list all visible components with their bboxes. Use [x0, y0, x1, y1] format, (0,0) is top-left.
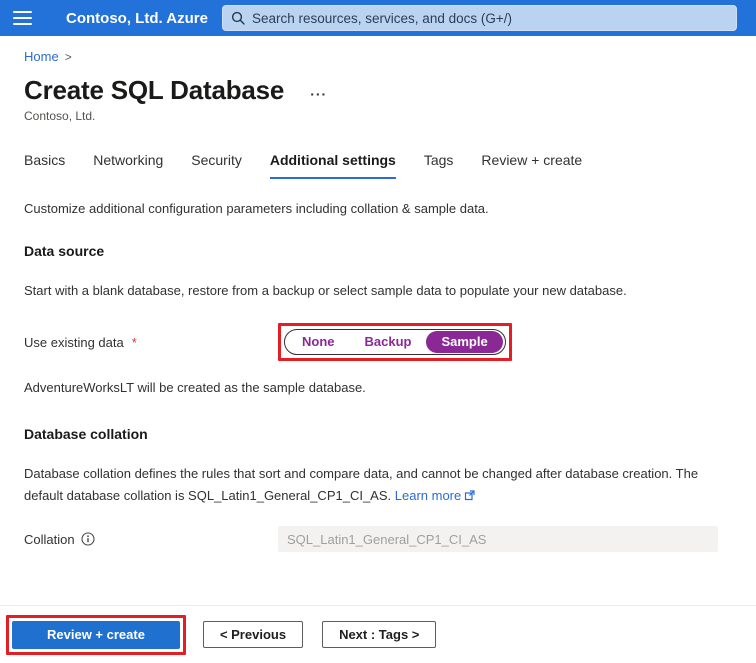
red-highlight-box-review-create: Review + create — [6, 615, 186, 655]
hamburger-menu-icon[interactable] — [0, 0, 44, 36]
tab-tags[interactable]: Tags — [424, 152, 454, 179]
data-source-description: Start with a blank database, restore fro… — [24, 280, 730, 301]
data-source-heading: Data source — [24, 243, 730, 259]
create-sql-database-page: Home > Create SQL Database ··· Contoso, … — [0, 49, 756, 552]
red-highlight-box-toggle: None Backup Sample — [278, 323, 512, 361]
required-asterisk: * — [132, 335, 137, 350]
toggle-option-backup[interactable]: Backup — [350, 331, 427, 353]
breadcrumb: Home > — [24, 49, 730, 64]
tab-intro-text: Customize additional configuration param… — [24, 201, 730, 216]
sample-database-note: AdventureWorksLT will be created as the … — [24, 380, 730, 395]
review-create-button[interactable]: Review + create — [12, 621, 180, 649]
next-tags-button[interactable]: Next : Tags > — [322, 621, 436, 648]
tab-basics[interactable]: Basics — [24, 152, 65, 179]
tab-review-create[interactable]: Review + create — [481, 152, 582, 179]
use-existing-data-row: Use existing data* None Backup Sample — [24, 323, 730, 361]
global-search-input[interactable] — [252, 11, 728, 26]
breadcrumb-home-link[interactable]: Home — [24, 49, 59, 64]
search-icon — [231, 11, 245, 25]
previous-button[interactable]: < Previous — [203, 621, 303, 648]
toggle-option-none[interactable]: None — [287, 331, 350, 353]
portal-brand-title: Contoso, Ltd. Azure — [66, 10, 208, 27]
tab-additional-settings[interactable]: Additional settings — [270, 152, 396, 179]
database-collation-heading: Database collation — [24, 426, 730, 442]
global-search-box[interactable] — [222, 5, 737, 31]
info-icon[interactable] — [81, 532, 95, 546]
collation-description: Database collation defines the rules tha… — [24, 463, 730, 506]
more-options-ellipsis-icon[interactable]: ··· — [310, 86, 327, 102]
page-title: Create SQL Database — [24, 75, 284, 106]
collation-input[interactable] — [278, 526, 718, 552]
toggle-option-sample[interactable]: Sample — [426, 331, 502, 353]
wizard-footer: Review + create < Previous Next : Tags > — [0, 605, 756, 663]
collation-label: Collation — [24, 532, 278, 547]
wizard-tabs: Basics Networking Security Additional se… — [24, 152, 730, 179]
external-link-icon — [464, 490, 475, 501]
learn-more-link[interactable]: Learn more — [395, 488, 475, 503]
tab-security[interactable]: Security — [191, 152, 242, 179]
tab-networking[interactable]: Networking — [93, 152, 163, 179]
azure-top-bar: Contoso, Ltd. Azure — [0, 0, 756, 36]
breadcrumb-chevron-icon: > — [65, 50, 72, 64]
collation-row: Collation — [24, 526, 730, 552]
use-existing-data-label: Use existing data* — [24, 335, 278, 350]
page-subtitle: Contoso, Ltd. — [24, 109, 730, 123]
use-existing-data-toggle: None Backup Sample — [284, 329, 506, 355]
